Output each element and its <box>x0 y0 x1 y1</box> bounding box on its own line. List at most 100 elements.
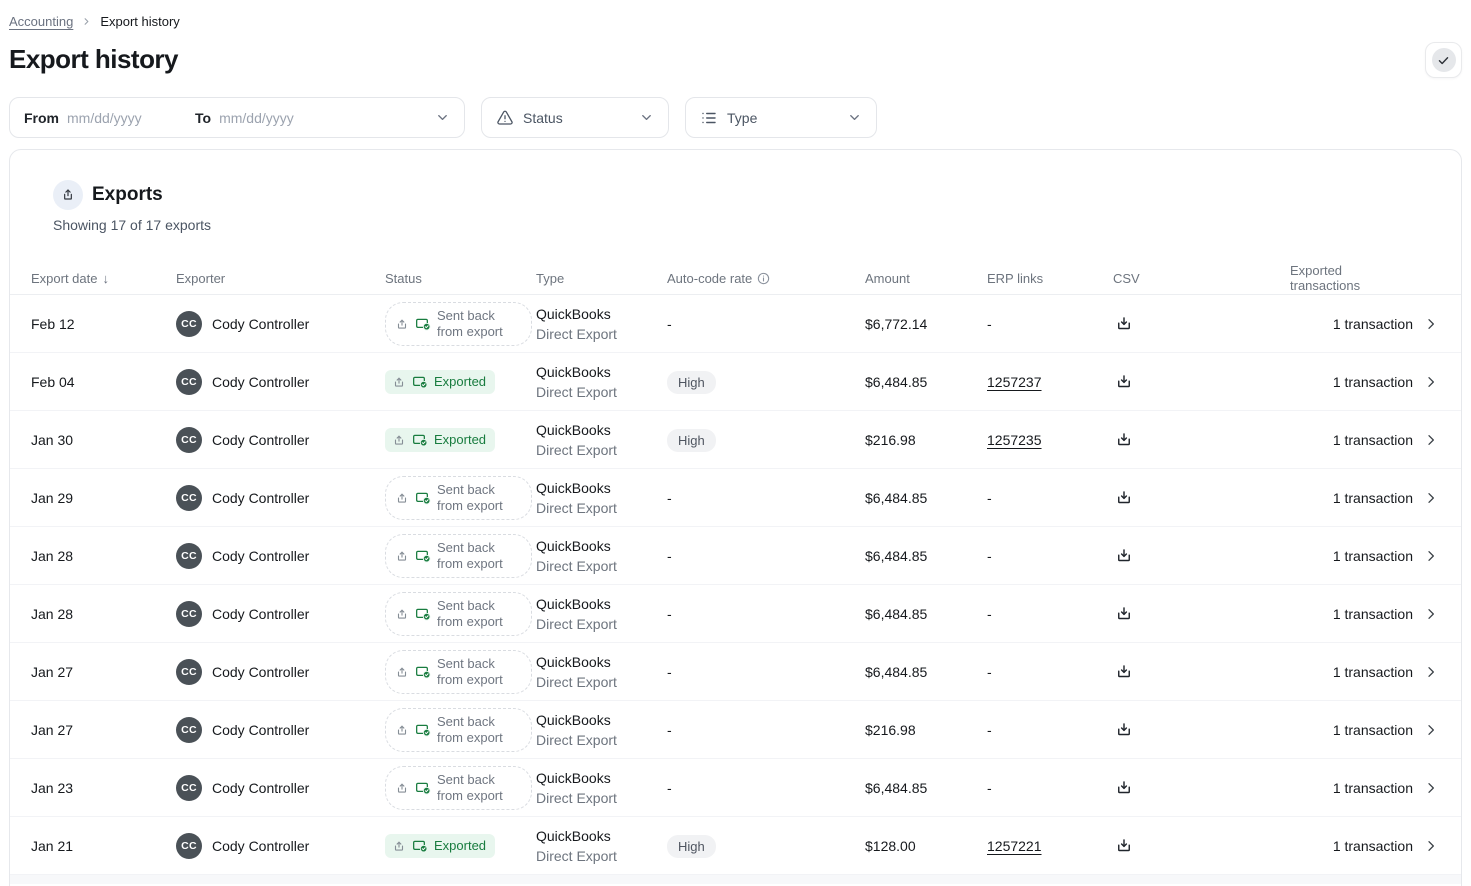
row-chevron-right-icon[interactable] <box>1423 316 1439 332</box>
exporter-name: Cody Controller <box>212 838 309 854</box>
download-icon <box>1115 721 1133 739</box>
erp-link[interactable]: 1257221 <box>987 838 1042 854</box>
auto-code-badge: - <box>667 722 672 738</box>
status-filter-dropdown[interactable]: Status <box>481 97 669 138</box>
row-chevron-right-icon[interactable] <box>1423 606 1439 622</box>
status-label: Sent back from export <box>437 482 518 514</box>
exporter-cell: CC Cody Controller <box>176 659 385 685</box>
status-badge: Sent back from export <box>385 650 532 694</box>
exporter-name: Cody Controller <box>212 780 309 796</box>
exporter-cell: CC Cody Controller <box>176 427 385 453</box>
row-chevron-right-icon[interactable] <box>1423 374 1439 390</box>
transactions-count: 1 transaction <box>1333 606 1413 622</box>
exported-check-icon <box>415 490 431 506</box>
list-icon <box>700 109 718 127</box>
table-row[interactable]: Jan 21 CC Cody Controller Exported Quick… <box>10 817 1461 875</box>
csv-download-button[interactable] <box>1113 429 1135 451</box>
table-row[interactable]: Jan 27 CC Cody Controller Sent back from… <box>10 701 1461 759</box>
type-filter-dropdown[interactable]: Type <box>685 97 877 138</box>
export-type: QuickBooks <box>536 826 667 846</box>
avatar: CC <box>176 775 202 801</box>
csv-download-button[interactable] <box>1113 835 1135 857</box>
type-cell: QuickBooks Direct Export <box>536 420 667 460</box>
avatar: CC <box>176 717 202 743</box>
from-date-input[interactable] <box>67 110 187 126</box>
filter-bar: From To Status Type <box>9 97 1462 138</box>
date-range-filter[interactable]: From To <box>9 97 465 138</box>
type-cell: QuickBooks Direct Export <box>536 536 667 576</box>
table-row[interactable]: Jan 27 CC Cody Controller Sent back from… <box>10 643 1461 701</box>
export-type: QuickBooks <box>536 362 667 382</box>
erp-link[interactable]: 1257237 <box>987 374 1042 390</box>
exports-card-header: Exports Showing 17 of 17 exports <box>10 150 1461 233</box>
exporter-name: Cody Controller <box>212 606 309 622</box>
avatar: CC <box>176 369 202 395</box>
erp-link-cell: 1257235 <box>987 432 1113 448</box>
download-icon <box>1115 315 1133 333</box>
erp-link: - <box>987 780 992 796</box>
auto-code-badge: - <box>667 490 672 506</box>
row-chevron-right-icon[interactable] <box>1423 838 1439 854</box>
erp-link-cell: 1257237 <box>987 374 1113 390</box>
exporter-cell: CC Cody Controller <box>176 833 385 859</box>
row-chevron-right-icon[interactable] <box>1423 490 1439 506</box>
status-cell: Sent back from export <box>385 708 536 752</box>
csv-download-button[interactable] <box>1113 603 1135 625</box>
row-chevron-right-icon[interactable] <box>1423 780 1439 796</box>
amount: $6,484.85 <box>865 490 987 506</box>
breadcrumb-accounting-link[interactable]: Accounting <box>9 14 73 29</box>
column-header-erp-links: ERP links <box>987 271 1113 286</box>
table-row[interactable]: Jan 28 CC Cody Controller Sent back from… <box>10 527 1461 585</box>
csv-cell <box>1113 777 1290 799</box>
export-type: QuickBooks <box>536 768 667 788</box>
status-badge: Sent back from export <box>385 592 532 636</box>
status-filter-label: Status <box>523 110 630 126</box>
info-icon[interactable] <box>757 272 770 285</box>
type-cell: QuickBooks Direct Export <box>536 362 667 402</box>
status-cell: Sent back from export <box>385 534 536 578</box>
row-chevron-right-icon[interactable] <box>1423 432 1439 448</box>
chevron-down-icon <box>435 110 450 125</box>
table-row[interactable]: Feb 04 CC Cody Controller Exported Quick… <box>10 353 1461 411</box>
table-row[interactable]: Feb 12 CC Cody Controller Sent back from… <box>10 295 1461 353</box>
table-row[interactable]: Jan 30 CC Cody Controller Exported Quick… <box>10 411 1461 469</box>
table-row[interactable]: Jan 29 CC Cody Controller Sent back from… <box>10 469 1461 527</box>
erp-link-cell: - <box>987 664 1113 680</box>
row-chevron-right-icon[interactable] <box>1423 722 1439 738</box>
chevron-right-icon <box>81 16 92 27</box>
table-row[interactable]: Jan 28 CC Cody Controller Sent back from… <box>10 585 1461 643</box>
breadcrumb-current: Export history <box>100 14 179 29</box>
export-type: QuickBooks <box>536 420 667 440</box>
export-subtype: Direct Export <box>536 614 667 634</box>
row-chevron-right-icon[interactable] <box>1423 664 1439 680</box>
csv-download-button[interactable] <box>1113 777 1135 799</box>
amount: $6,772.14 <box>865 316 987 332</box>
csv-download-button[interactable] <box>1113 313 1135 335</box>
export-subtype: Direct Export <box>536 324 667 344</box>
csv-download-button[interactable] <box>1113 661 1135 683</box>
csv-download-button[interactable] <box>1113 719 1135 741</box>
avatar: CC <box>176 311 202 337</box>
csv-cell <box>1113 603 1290 625</box>
amount: $216.98 <box>865 432 987 448</box>
auto-code-badge: - <box>667 548 672 564</box>
csv-download-button[interactable] <box>1113 371 1135 393</box>
table-row[interactable]: Jan 23 CC Cody Controller Sent back from… <box>10 759 1461 817</box>
to-date-input[interactable] <box>219 110 427 126</box>
download-icon <box>1115 431 1133 449</box>
csv-download-button[interactable] <box>1113 545 1135 567</box>
status-check-button[interactable] <box>1425 42 1462 78</box>
column-header-export-date[interactable]: Export date ↓ <box>31 271 176 286</box>
csv-cell <box>1113 719 1290 741</box>
erp-link-cell: 1257221 <box>987 838 1113 854</box>
erp-link[interactable]: 1257235 <box>987 432 1042 448</box>
exporter-cell: CC Cody Controller <box>176 775 385 801</box>
chevron-down-icon <box>639 110 654 125</box>
export-subtype: Direct Export <box>536 498 667 518</box>
download-icon <box>1115 489 1133 507</box>
type-cell: QuickBooks Direct Export <box>536 478 667 518</box>
row-chevron-right-icon[interactable] <box>1423 548 1439 564</box>
csv-download-button[interactable] <box>1113 487 1135 509</box>
send-back-icon <box>395 781 409 795</box>
download-icon <box>1115 837 1133 855</box>
